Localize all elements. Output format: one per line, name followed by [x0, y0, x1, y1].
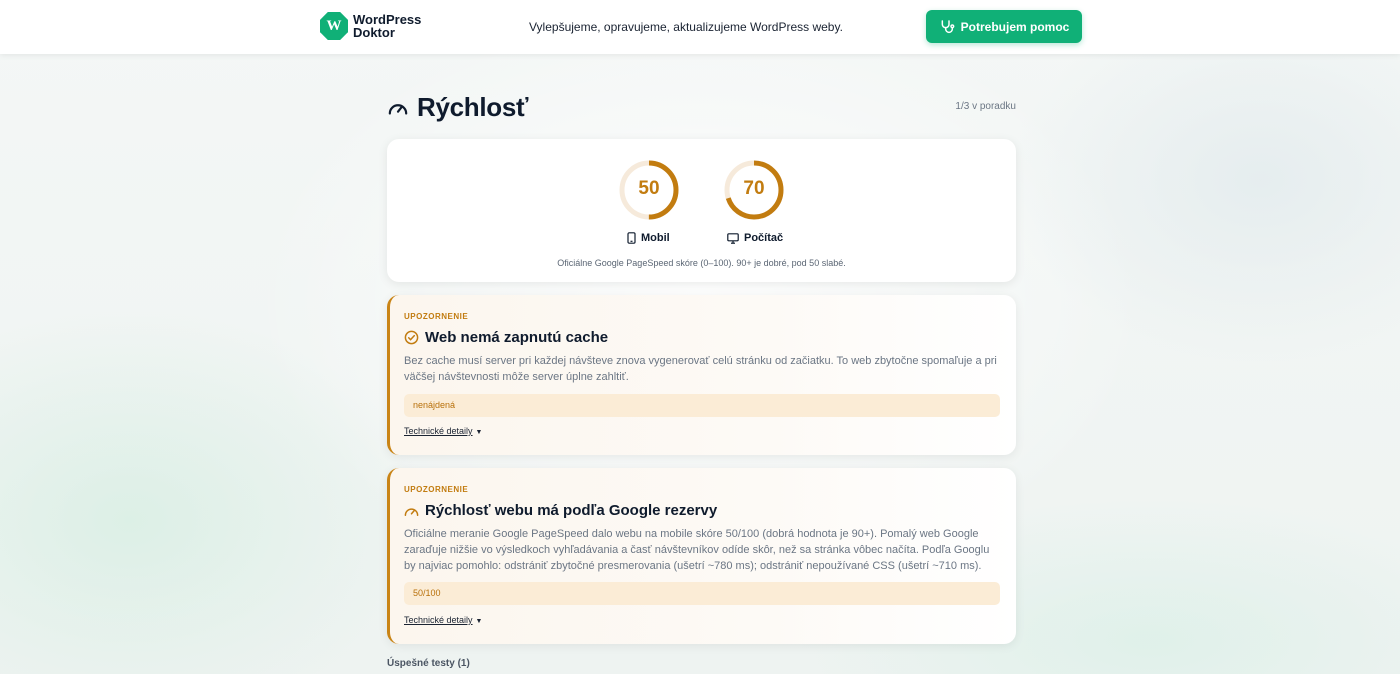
speedometer-icon [388, 104, 408, 115]
desktop-score-value: 70 [743, 178, 765, 199]
issue-kicker: UPOZORNENIE [404, 485, 469, 494]
passed-tests-heading[interactable]: Úspešné testy (1) [387, 658, 470, 669]
speedometer-check-icon [404, 330, 419, 345]
chevron-down-icon: ▼ [475, 618, 483, 625]
issue-value: 50/100 [404, 582, 1000, 605]
issue-card-pagespeed: UPOZORNENIE Rýchlosť webu má podľa Googl… [387, 468, 1016, 644]
header-tagline: Vylepšujeme, opravujeme, aktualizujeme W… [529, 20, 843, 34]
logo-text: WordPress Doktor [353, 13, 421, 39]
issue-description: Oficiálne meranie Google PageSpeed dalo … [404, 528, 990, 572]
section-title: Rýchlosť [417, 92, 529, 122]
technical-details-toggle[interactable]: Technické detaily ▼ [404, 426, 482, 436]
issue-kicker: UPOZORNENIE [404, 312, 469, 321]
smartphone-icon [627, 232, 636, 244]
site-header: W WordPress Doktor Vylepšujeme, opravuje… [0, 0, 1400, 54]
section-order: 1/3 v poradku [955, 101, 1016, 112]
issue-title-row: Web nemá zapnutú cache [404, 329, 608, 346]
mobile-label-text: Mobil [641, 232, 670, 244]
mobile-score-value: 50 [638, 178, 660, 199]
section-header: Rýchlosť 1/3 v poradku [387, 92, 1016, 122]
issue-value: nenájdená [404, 394, 1000, 417]
issue-title: Web nemá zapnutú cache [425, 329, 609, 346]
issue-card-cache: UPOZORNENIE Web nemá zapnutú cache Bez c… [387, 295, 1016, 455]
desktop-score-label: Počítač [727, 232, 783, 244]
technical-details-label: Technické detaily [404, 615, 473, 625]
need-help-label: Potrebujem pomoc [960, 19, 1070, 34]
desktop-score-gauge: 70 [723, 159, 785, 221]
need-help-button[interactable]: Potrebujem pomoc [926, 10, 1082, 43]
mobile-score-gauge: 50 [618, 159, 680, 221]
technical-details-label: Technické detaily [404, 426, 473, 436]
technical-details-toggle[interactable]: Technické detaily ▼ [404, 615, 482, 625]
speedometer-icon [404, 508, 419, 516]
pagespeed-score-card: 50 Mobil 70 Počítač Oficiálne Google Pag… [387, 139, 1016, 282]
mobile-score-label: Mobil [627, 232, 670, 244]
stethoscope-icon [941, 19, 955, 33]
chevron-down-icon: ▼ [475, 429, 483, 436]
issue-title-row: Rýchlosť webu má podľa Google rezervy [404, 502, 717, 519]
site-logo[interactable]: W WordPress Doktor [320, 12, 421, 40]
score-note: Oficiálne Google PageSpeed skóre (0–100)… [557, 258, 846, 268]
logo-line-2: Doktor [353, 25, 395, 40]
logo-mark: W [320, 12, 348, 40]
issue-description: Bez cache musí server pri každej návštev… [404, 355, 997, 383]
monitor-icon [727, 232, 739, 244]
desktop-label-text: Počítač [744, 232, 784, 244]
issue-title: Rýchlosť webu má podľa Google rezervy [425, 502, 718, 519]
